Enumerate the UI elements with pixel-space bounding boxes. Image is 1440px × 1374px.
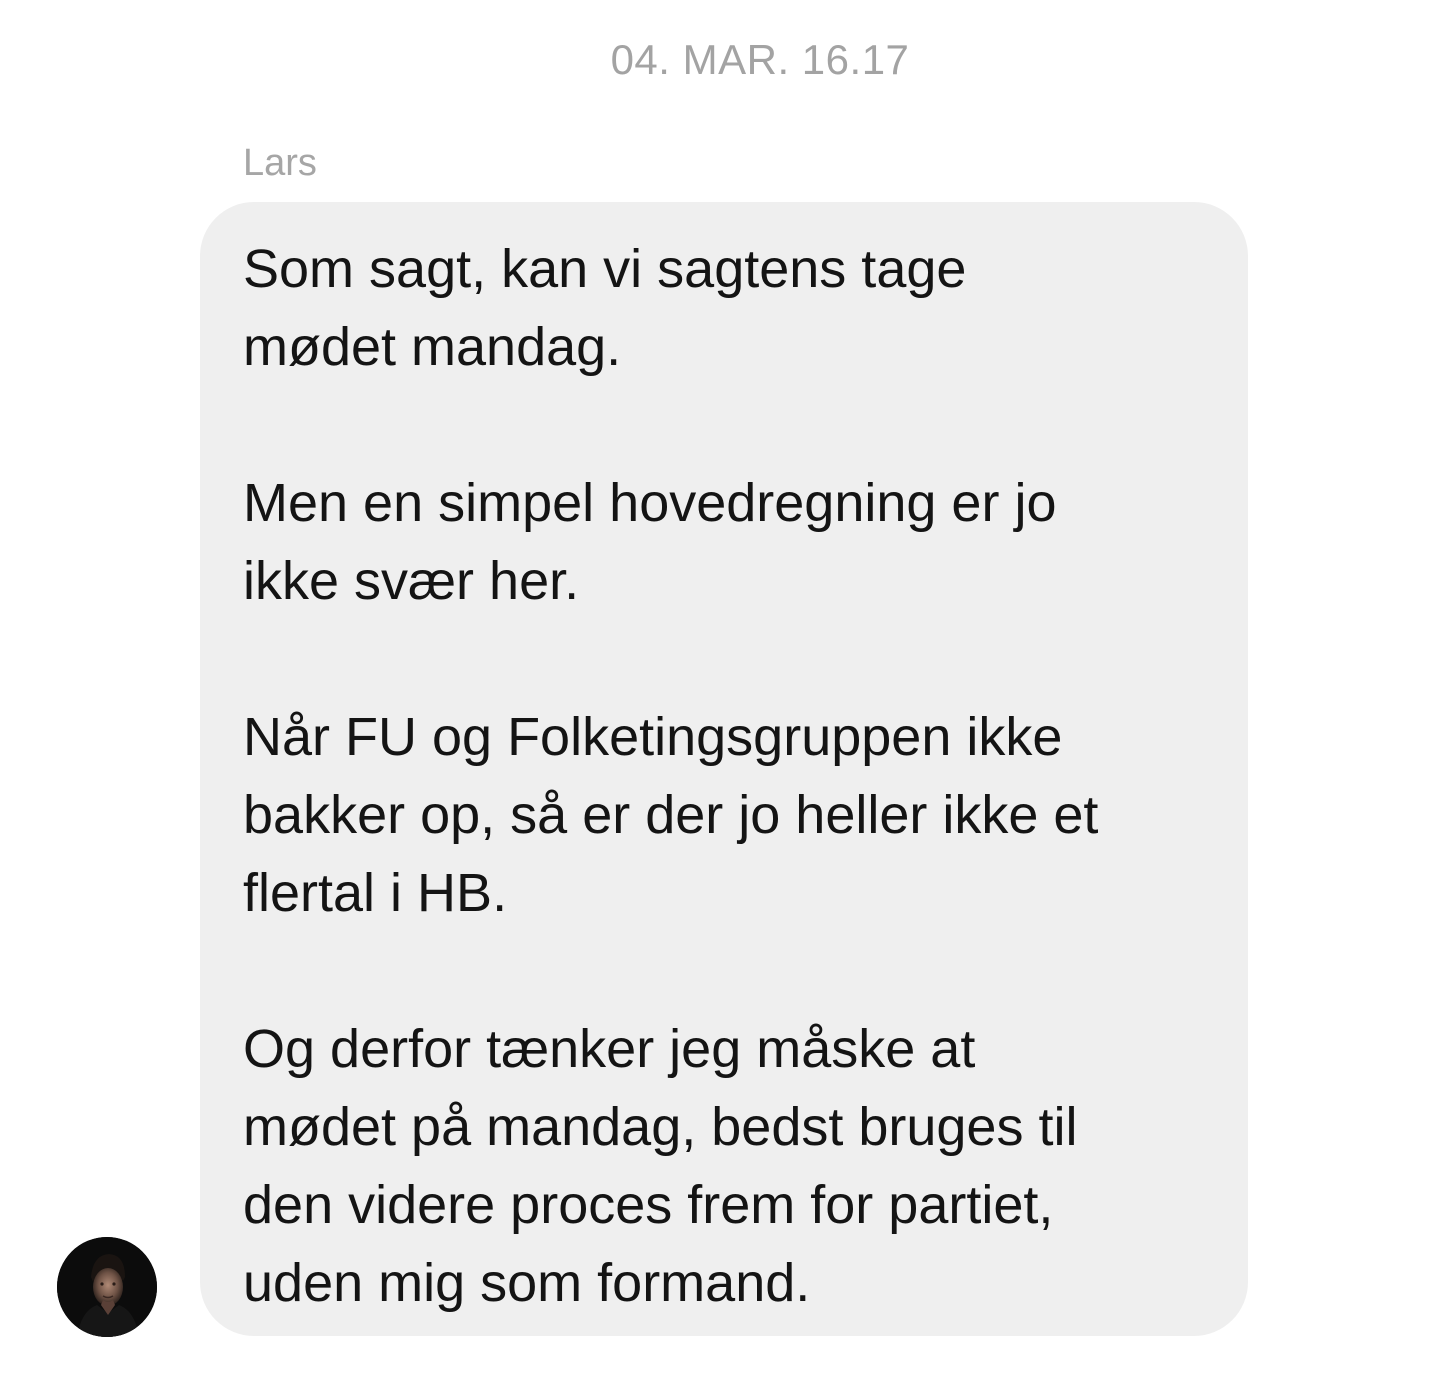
message-bubble[interactable]: Som sagt, kan vi sagtens tage mødet mand… — [200, 202, 1248, 1336]
person-photo-icon — [57, 1237, 157, 1337]
message-line: mødet mandag. — [243, 317, 622, 377]
message-line: ikke svær her. — [243, 551, 580, 611]
message-line: mødet på mandag, bedst bruges til — [243, 1097, 1078, 1157]
message-paragraph: Men en simpel hovedregning er jo ikke sv… — [243, 464, 1208, 620]
message-line: flertal i HB. — [243, 863, 508, 923]
sender-name: Lars — [243, 142, 317, 184]
message-paragraph: Som sagt, kan vi sagtens tage mødet mand… — [243, 230, 1208, 386]
message-paragraph: Og derfor tænker jeg måske at mødet på m… — [243, 1010, 1208, 1322]
message-line: Når FU og Folketingsgruppen ikke — [243, 707, 1063, 767]
message-line: uden mig som formand. — [243, 1253, 811, 1313]
message-timestamp: 04. MAR. 16.17 — [610, 36, 910, 83]
message-line: Og derfor tænker jeg måske at — [243, 1019, 976, 1079]
message-line: Men en simpel hovedregning er jo — [243, 473, 1057, 533]
avatar[interactable] — [57, 1237, 157, 1337]
message-paragraph: Når FU og Folketingsgruppen ikke bakker … — [243, 698, 1208, 932]
message-line: den videre proces frem for partiet, — [243, 1175, 1054, 1235]
message-line: bakker op, så er der jo heller ikke et — [243, 785, 1099, 845]
message-line: Som sagt, kan vi sagtens tage — [243, 239, 967, 299]
